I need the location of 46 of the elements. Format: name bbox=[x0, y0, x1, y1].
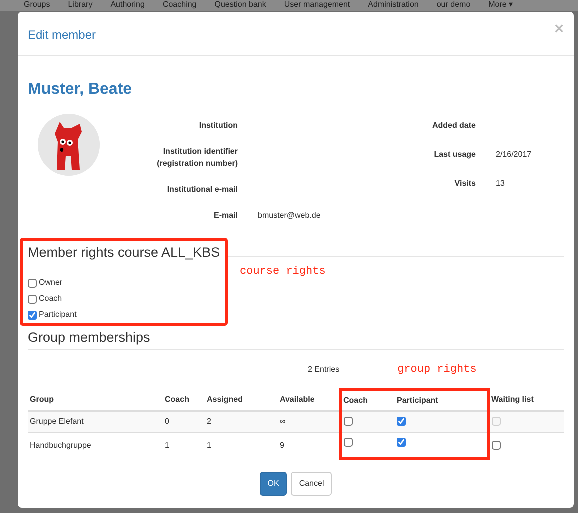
nav-link-item[interactable]: Library bbox=[68, 0, 93, 11]
cancel-button[interactable]: Cancel bbox=[291, 472, 332, 496]
checkbox[interactable] bbox=[28, 294, 37, 304]
checkbox-label: Participant bbox=[39, 309, 77, 322]
ok-button[interactable]: OK bbox=[260, 472, 288, 496]
field-label: E-mail bbox=[212, 210, 238, 222]
checkbox[interactable] bbox=[397, 417, 406, 426]
checkbox-label: Owner bbox=[39, 277, 63, 290]
field-label: Institutional e-mail bbox=[166, 184, 238, 196]
field-label: Institution bbox=[198, 120, 238, 132]
checkbox[interactable] bbox=[492, 441, 500, 450]
checkbox[interactable] bbox=[344, 417, 352, 426]
field-value: bmuster@web.de bbox=[258, 210, 321, 222]
table-cell: Handbuchgruppe bbox=[28, 432, 163, 458]
checkbox[interactable] bbox=[28, 310, 37, 320]
field-value: 2/16/2017 bbox=[496, 149, 532, 161]
field-label: Last usage bbox=[433, 149, 476, 161]
entries-count: 2 Entries bbox=[308, 364, 340, 376]
nav-link-item[interactable]: Groups bbox=[24, 0, 50, 11]
nav-link-item[interactable]: More ▾ bbox=[488, 0, 514, 11]
nav-link-item[interactable]: User management bbox=[284, 0, 350, 11]
field-value: 13 bbox=[496, 178, 505, 190]
checkbox[interactable] bbox=[344, 438, 352, 448]
field-label: Added date bbox=[431, 120, 476, 132]
table-cell: 0 bbox=[163, 411, 205, 432]
table-cell: 1 bbox=[205, 432, 278, 458]
member-name: Muster, Beate bbox=[28, 80, 134, 100]
section-title: Group memberships bbox=[28, 329, 152, 348]
nav-link-item[interactable]: Coaching bbox=[162, 0, 197, 11]
section-title: Member rights course ALL_KBS bbox=[28, 244, 221, 262]
table-cell: 9 bbox=[278, 432, 340, 458]
field-label: Visits bbox=[454, 178, 476, 190]
checkbox[interactable] bbox=[397, 438, 406, 448]
table-cell: Gruppe Elefant bbox=[28, 411, 163, 432]
nav-link-item[interactable]: our demo bbox=[436, 0, 471, 11]
annotation-text: group rights bbox=[398, 362, 477, 378]
field-label: Institution identifier (registration number) bbox=[156, 146, 238, 170]
nav-link-item[interactable]: Question bank bbox=[214, 0, 266, 11]
nav-link-item[interactable]: Authoring bbox=[110, 0, 145, 11]
dialog-title: Edit member bbox=[28, 27, 96, 44]
table-cell: 1 bbox=[163, 432, 205, 458]
checkbox-label: Coach bbox=[39, 293, 62, 306]
table-cell: 2 bbox=[205, 411, 278, 432]
checkbox[interactable] bbox=[28, 278, 37, 288]
annotation-text: course rights bbox=[240, 265, 327, 280]
nav-link-item[interactable]: Administration bbox=[368, 0, 419, 11]
